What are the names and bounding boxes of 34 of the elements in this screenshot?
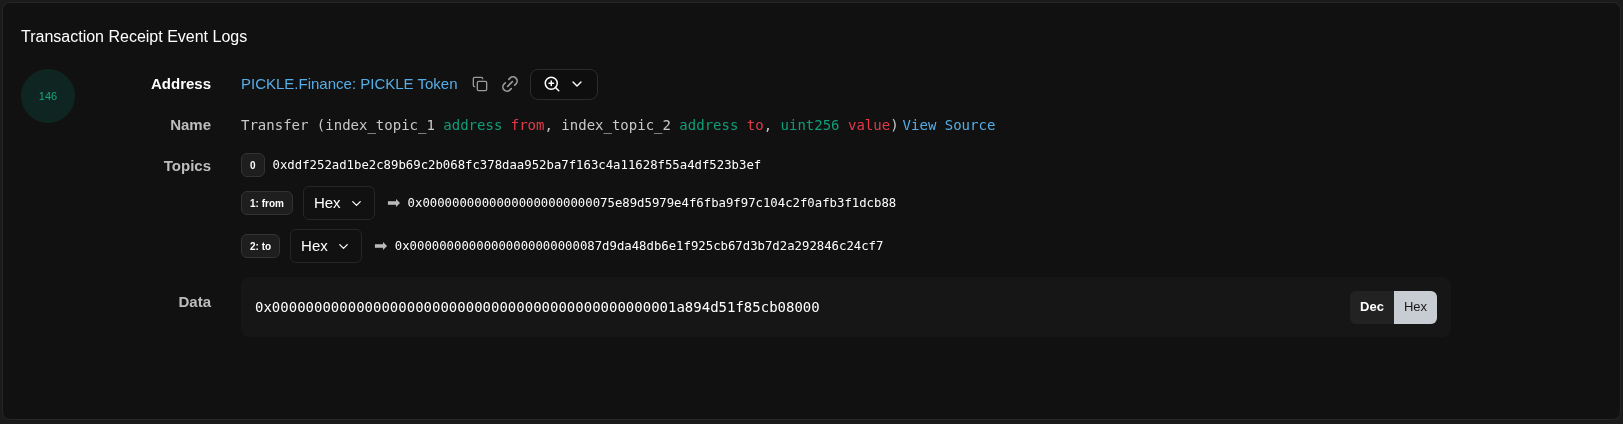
type-name: uint256 (779, 116, 840, 133)
signature-text: , (763, 116, 773, 133)
format-toggle[interactable]: Hex (1393, 290, 1437, 324)
arrow-glyph: ➡ (373, 236, 387, 256)
param-name: value (847, 116, 891, 133)
type-name: address (442, 116, 503, 133)
type-name: address (678, 116, 739, 133)
field-label: Name (169, 114, 211, 135)
format-dropdown[interactable]: Hex (302, 186, 375, 220)
section-title: Transaction Receipt Event Logs (21, 27, 249, 47)
view-source-link[interactable]: View Source (902, 114, 996, 136)
topic-index-tag: 1: from (241, 191, 293, 215)
format-toggle[interactable]: Dec (1350, 290, 1394, 324)
field-label: Topics (162, 156, 211, 176)
param-name: from (509, 116, 545, 133)
address-link[interactable]: PICKLE.Finance: PICKLE Token (241, 72, 458, 96)
format-dropdown[interactable]: Hex (290, 229, 362, 263)
zoom-in-icon (542, 75, 561, 93)
log-index-badge: 146 (21, 69, 75, 123)
signature-text: Transfer (index_topic_1 (241, 116, 435, 133)
data-value: 0x000000000000000000000000000000000000000000000001a894d51f85cb08000 (255, 297, 820, 317)
signature-text: , index_topic_2 (544, 116, 671, 133)
param-name: to (745, 116, 764, 133)
field-label: Address (149, 73, 211, 94)
arrow-glyph: ➡ (386, 193, 400, 213)
topic-value: 0x00000000000000000000000087d9da48db6e1f925cb67d3b7d2a292846c24cf7 (394, 237, 884, 255)
topic-value: 0x00000000000000000000000075e89d5979e4f6fba9f97c104c2f0afb3f1dcb88 (407, 194, 897, 212)
signature-text: ) (890, 116, 899, 133)
copy-icon[interactable] (471, 76, 488, 92)
topic-index-tag: 2: to (241, 234, 281, 258)
lookup-dropdown-button[interactable] (529, 68, 598, 100)
topic-index-tag: 0 (241, 153, 265, 177)
field-label: Data (177, 292, 211, 312)
topic-value: 0xddf252ad1be2c89b69c2b068fc378daa952ba7f163c4a11628f55a4df523b3ef (272, 156, 762, 174)
